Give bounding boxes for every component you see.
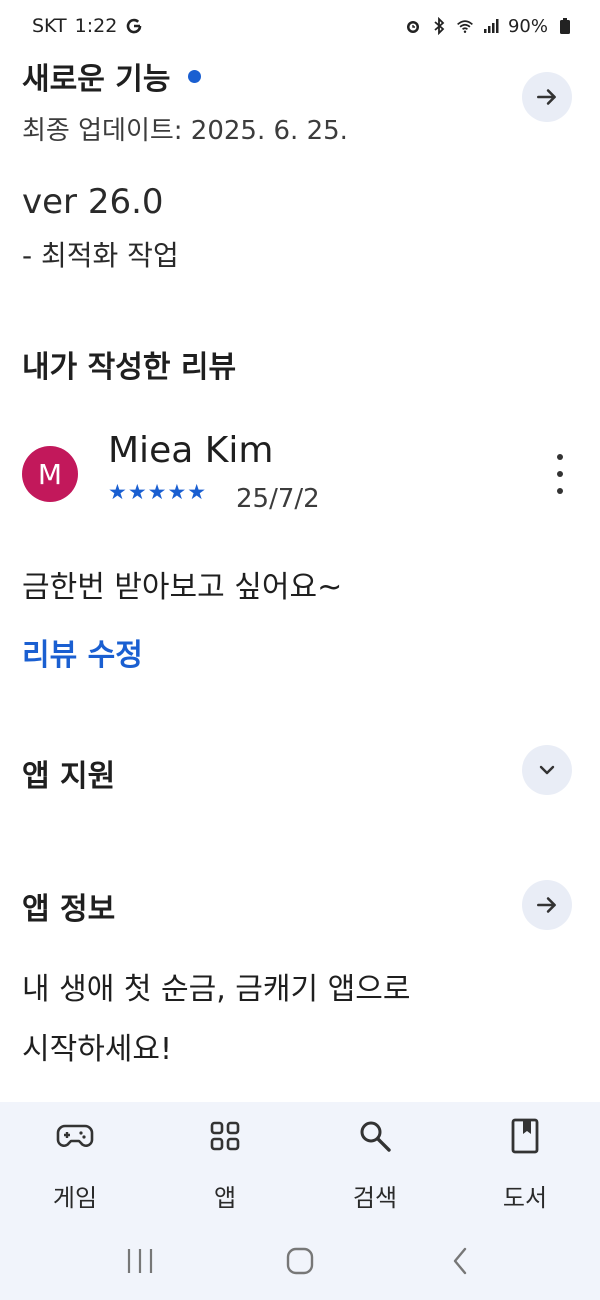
wifi-icon xyxy=(456,17,474,35)
alarm-icon xyxy=(404,17,422,35)
app-support-expand-button[interactable] xyxy=(522,745,572,795)
status-right: 90% xyxy=(404,16,574,37)
home-icon xyxy=(286,1247,314,1275)
app-info-arrow-button[interactable] xyxy=(522,880,572,930)
version-block: ver 26.0 - 최적화 작업 xyxy=(22,182,572,274)
avatar-letter: M xyxy=(37,457,63,491)
edit-review-row: 리뷰 수정 xyxy=(22,630,572,674)
app-info-title: 앱 정보 xyxy=(22,892,116,927)
review-header: M Miea Kim ★★★★★ 25/7/2 xyxy=(22,430,572,520)
nav-label-games: 게임 xyxy=(52,1184,98,1212)
status-bar: SKT 1:22 90% xyxy=(0,0,600,52)
battery-icon xyxy=(556,17,574,35)
review-date: 25/7/2 xyxy=(236,484,320,514)
book-icon xyxy=(505,1116,545,1156)
arrow-right-icon xyxy=(537,89,556,105)
reviewer-name: Miea Kim xyxy=(108,430,274,471)
more-options-button[interactable] xyxy=(548,454,572,494)
nav-item-search[interactable]: 검색 xyxy=(300,1102,450,1222)
more-vert-icon xyxy=(557,454,563,460)
google-g-icon xyxy=(125,17,143,35)
my-review-section: 내가 작성한 리뷰 xyxy=(22,342,572,386)
bluetooth-icon xyxy=(430,17,448,35)
whats-new-arrow-button[interactable] xyxy=(522,72,572,122)
whats-new-section[interactable]: 새로운 기능 최종 업데이트: 2025. 6. 25. xyxy=(22,52,572,152)
carrier-label: SKT xyxy=(32,15,67,37)
system-navigation-bar xyxy=(0,1222,600,1300)
my-review-title: 내가 작성한 리뷰 xyxy=(22,350,237,385)
app-description-line-1: 내 생애 첫 순금, 금캐기 앱으로 xyxy=(22,972,411,1007)
last-updated: 최종 업데이트: 2025. 6. 25. xyxy=(22,116,348,146)
arrow-right-icon xyxy=(537,897,556,913)
review-text: 금한번 받아보고 싶어요~ xyxy=(22,570,343,605)
review-body: 금한번 받아보고 싶어요~ xyxy=(22,562,572,606)
app-description-line-2: 시작하세요! xyxy=(22,1032,173,1067)
signal-icon xyxy=(482,17,500,35)
nav-item-apps[interactable]: 앱 xyxy=(150,1102,300,1222)
search-icon xyxy=(355,1116,395,1156)
whats-new-title: 새로운 기능 xyxy=(22,62,171,97)
app-support-section[interactable]: 앱 지원 xyxy=(22,745,572,801)
release-notes: - 최적화 작업 xyxy=(22,239,179,272)
app-description: 내 생애 첫 순금, 금캐기 앱으로 시작하세요! xyxy=(22,965,572,1075)
nav-item-games[interactable]: 게임 xyxy=(0,1102,150,1222)
apps-grid-icon xyxy=(205,1116,245,1156)
avatar: M xyxy=(22,446,78,502)
star-rating: ★★★★★ xyxy=(108,480,208,504)
status-left: SKT 1:22 xyxy=(32,15,143,37)
recents-icon xyxy=(127,1249,153,1273)
nav-label-apps: 앱 xyxy=(213,1184,237,1212)
bottom-navigation: 게임 앱 검색 도서 xyxy=(0,1102,600,1222)
recents-button[interactable] xyxy=(110,1241,170,1281)
app-support-title: 앱 지원 xyxy=(22,759,116,794)
edit-review-link[interactable]: 리뷰 수정 xyxy=(22,638,143,673)
nav-item-books[interactable]: 도서 xyxy=(450,1102,600,1222)
home-button[interactable] xyxy=(270,1241,330,1281)
chevron-down-icon xyxy=(539,765,555,775)
nav-label-search: 검색 xyxy=(352,1184,398,1212)
new-indicator-dot xyxy=(188,69,202,83)
clock: 1:22 xyxy=(74,15,118,37)
gamepad-icon xyxy=(55,1116,95,1156)
whats-new-title-row: 새로운 기능 xyxy=(22,54,202,98)
back-button[interactable] xyxy=(430,1241,490,1281)
battery-percent: 90% xyxy=(507,15,548,37)
version-label: ver 26.0 xyxy=(22,182,164,222)
app-info-section[interactable]: 앱 정보 xyxy=(22,880,572,936)
back-icon xyxy=(453,1247,467,1275)
nav-label-books: 도서 xyxy=(502,1184,548,1212)
